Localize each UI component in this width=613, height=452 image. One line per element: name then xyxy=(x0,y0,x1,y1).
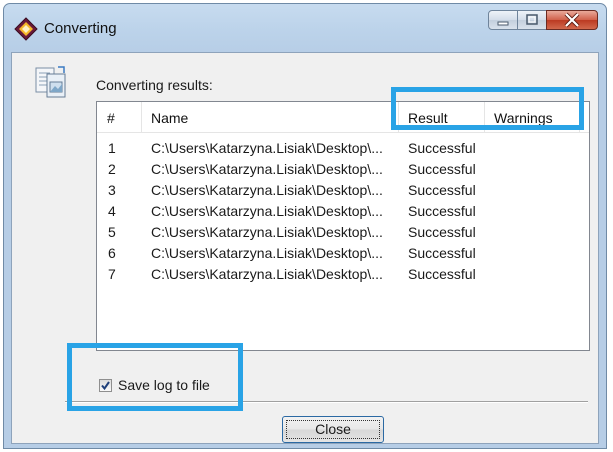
row-name: C:\Users\Katarzyna.Lisiak\Desktop\... xyxy=(151,140,383,156)
column-header-number[interactable]: # xyxy=(97,102,141,132)
focus-rectangle xyxy=(286,420,380,439)
title-bar[interactable]: Converting xyxy=(4,4,606,54)
save-log-label[interactable]: Save log to file xyxy=(118,377,210,393)
close-x-icon xyxy=(564,12,580,28)
row-result: Successful xyxy=(408,224,476,240)
column-header-warnings[interactable]: Warnings xyxy=(484,102,579,132)
row-number: 2 xyxy=(108,161,116,177)
row-number: 4 xyxy=(108,203,116,219)
row-name: C:\Users\Katarzyna.Lisiak\Desktop\... xyxy=(151,182,383,198)
converting-window: Converting Converting results: # Name Re… xyxy=(3,3,607,449)
row-number: 1 xyxy=(108,140,116,156)
row-name: C:\Users\Katarzyna.Lisiak\Desktop\... xyxy=(151,245,383,261)
row-name: C:\Users\Katarzyna.Lisiak\Desktop\... xyxy=(151,203,383,219)
row-result: Successful xyxy=(408,182,476,198)
checkmark-icon xyxy=(101,380,110,390)
row-number: 5 xyxy=(108,224,116,240)
row-result: Successful xyxy=(408,266,476,282)
column-separator[interactable] xyxy=(579,102,580,132)
row-result: Successful xyxy=(408,161,476,177)
row-result: Successful xyxy=(408,140,476,156)
window-title: Converting xyxy=(44,20,117,37)
close-window-button[interactable] xyxy=(546,10,598,30)
minimize-icon xyxy=(497,21,509,26)
list-header: # Name Result Warnings xyxy=(97,102,589,133)
close-button[interactable]: Close xyxy=(282,416,384,443)
divider xyxy=(65,401,588,403)
row-result: Successful xyxy=(408,245,476,261)
row-name: C:\Users\Katarzyna.Lisiak\Desktop\... xyxy=(151,224,383,240)
save-log-checkbox-control[interactable]: Save log to file xyxy=(99,376,210,394)
row-number: 6 xyxy=(108,245,116,261)
row-number: 7 xyxy=(108,266,116,282)
column-header-name[interactable]: Name xyxy=(141,102,398,132)
row-name: C:\Users\Katarzyna.Lisiak\Desktop\... xyxy=(151,161,383,177)
caption-buttons xyxy=(488,10,598,32)
maximize-icon xyxy=(526,14,538,25)
row-name: C:\Users\Katarzyna.Lisiak\Desktop\... xyxy=(151,266,383,282)
dialog-client-area: Converting results: # Name Result Warnin… xyxy=(11,52,599,444)
results-list-view[interactable]: # Name Result Warnings 1 C:\Users\Katarz… xyxy=(96,101,590,351)
column-header-result[interactable]: Result xyxy=(398,102,484,132)
converting-results-label: Converting results: xyxy=(96,77,213,93)
minimize-button[interactable] xyxy=(488,10,518,30)
app-diamond-icon xyxy=(14,17,38,41)
row-number: 3 xyxy=(108,182,116,198)
maximize-button[interactable] xyxy=(517,10,547,30)
save-log-checkbox[interactable] xyxy=(99,378,112,392)
document-image-icon xyxy=(35,66,66,98)
row-result: Successful xyxy=(408,203,476,219)
